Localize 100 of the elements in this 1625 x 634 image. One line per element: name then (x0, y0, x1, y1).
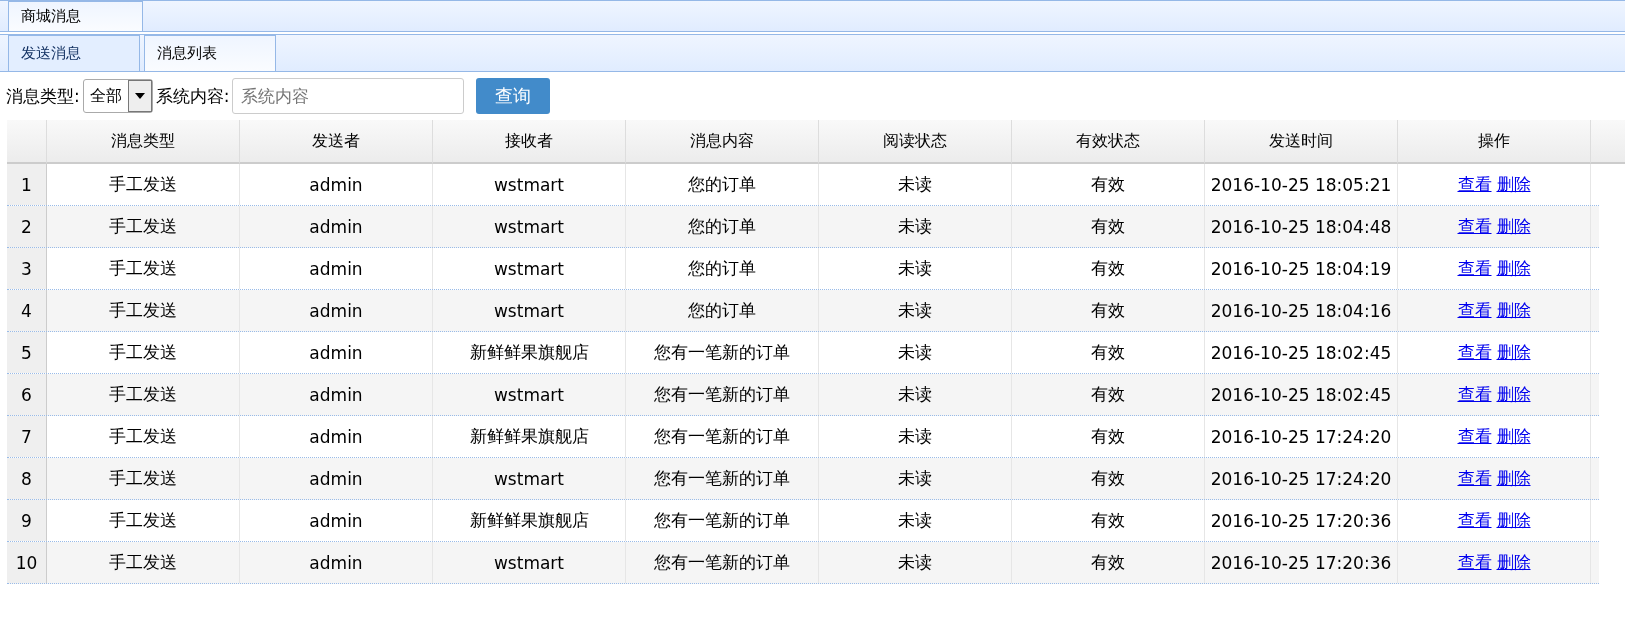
table-cell: 手工发送 (47, 332, 240, 373)
table-cell: 未读 (819, 206, 1012, 247)
table-cell: 您有一笔新的订单 (626, 374, 819, 415)
table-cell: 2016-10-25 17:20:36 (1205, 500, 1398, 541)
action-link[interactable]: 删除 (1496, 341, 1531, 364)
table-cell: 您有一笔新的订单 (626, 500, 819, 541)
table-cell: 有效 (1012, 542, 1205, 583)
table-cell: 2016-10-25 17:20:36 (1205, 542, 1398, 583)
action-link[interactable]: 删除 (1496, 425, 1531, 448)
table-cell: 您有一笔新的订单 (626, 458, 819, 499)
tab[interactable]: 发送消息 (8, 35, 140, 71)
table-cell: admin (240, 164, 433, 205)
table-cell: 新鲜鲜果旗舰店 (433, 500, 626, 541)
action-link[interactable]: 查看 (1457, 551, 1492, 574)
table-cell: 未读 (819, 164, 1012, 205)
action-link[interactable]: 查看 (1457, 425, 1492, 448)
table-cell: wstmart (433, 248, 626, 289)
content-input[interactable]: 系统内容 (232, 78, 465, 114)
table-cell: 未读 (819, 332, 1012, 373)
action-link[interactable]: 删除 (1496, 173, 1531, 196)
row-number: 8 (7, 458, 47, 499)
type-label: 消息类型: (6, 84, 80, 108)
row-number: 4 (7, 290, 47, 331)
action-link[interactable]: 删除 (1496, 509, 1531, 532)
table-cell: 未读 (819, 500, 1012, 541)
action-link[interactable]: 查看 (1457, 383, 1492, 406)
table-cell: 有效 (1012, 332, 1205, 373)
table-cell: admin (240, 206, 433, 247)
action-link[interactable]: 查看 (1457, 509, 1492, 532)
table-cell: admin (240, 500, 433, 541)
row-number: 10 (7, 542, 47, 583)
header-cell (7, 120, 47, 164)
table-cell: 有效 (1012, 248, 1205, 289)
column-header: 消息内容 (626, 120, 819, 164)
table-cell: 您有一笔新的订单 (626, 332, 819, 373)
action-link[interactable]: 删除 (1496, 257, 1531, 280)
column-header: 有效状态 (1012, 120, 1205, 164)
table-cell: 手工发送 (47, 164, 240, 205)
table-cell: 您有一笔新的订单 (626, 542, 819, 583)
table-cell: 您的订单 (626, 248, 819, 289)
table-cell: 有效 (1012, 290, 1205, 331)
table-cell: 手工发送 (47, 290, 240, 331)
table-cell: wstmart (433, 290, 626, 331)
table-cell: 有效 (1012, 458, 1205, 499)
action-link[interactable]: 删除 (1496, 299, 1531, 322)
action-link[interactable]: 查看 (1457, 299, 1492, 322)
table-cell: 手工发送 (47, 374, 240, 415)
table-cell: admin (240, 458, 433, 499)
table-cell: wstmart (433, 164, 626, 205)
table-cell: 2016-10-25 17:24:20 (1205, 416, 1398, 457)
row-number: 3 (7, 248, 47, 289)
table-cell: 2016-10-25 18:04:48 (1205, 206, 1398, 247)
table-cell: 新鲜鲜果旗舰店 (433, 332, 626, 373)
row-number: 5 (7, 332, 47, 373)
table-cell: 您的订单 (626, 164, 819, 205)
table-cell: 您的订单 (626, 206, 819, 247)
action-link[interactable]: 查看 (1457, 257, 1492, 280)
column-header: 接收者 (433, 120, 626, 164)
table-cell: wstmart (433, 542, 626, 583)
action-link[interactable]: 删除 (1496, 215, 1531, 238)
search-button[interactable]: 查询 (476, 78, 551, 114)
table-cell: 有效 (1012, 500, 1205, 541)
table-cell: 有效 (1012, 374, 1205, 415)
table-cell: wstmart (433, 374, 626, 415)
tab[interactable]: 消息列表 (144, 35, 276, 71)
table-cell: admin (240, 248, 433, 289)
table-cell: 未读 (819, 542, 1012, 583)
type-select[interactable]: 全部 (82, 79, 153, 113)
table-cell: 手工发送 (47, 500, 240, 541)
action-link[interactable]: 查看 (1457, 215, 1492, 238)
table-cell: 未读 (819, 458, 1012, 499)
table-cell: 2016-10-25 17:24:20 (1205, 458, 1398, 499)
table-cell: wstmart (433, 458, 626, 499)
table-cell: 您有一笔新的订单 (626, 416, 819, 457)
action-link[interactable]: 删除 (1496, 383, 1531, 406)
dropdown-arrow-icon (134, 93, 145, 99)
table-cell: 有效 (1012, 164, 1205, 205)
table-cell: 手工发送 (47, 248, 240, 289)
row-number: 9 (7, 500, 47, 541)
table-cell: 新鲜鲜果旗舰店 (433, 416, 626, 457)
table-cell: 未读 (819, 290, 1012, 331)
column-header: 阅读状态 (819, 120, 1012, 164)
row-number: 2 (7, 206, 47, 247)
table-cell: 手工发送 (47, 206, 240, 247)
column-header: 发送者 (240, 120, 433, 164)
tab[interactable]: 商城消息 (8, 1, 143, 31)
table-cell: admin (240, 290, 433, 331)
table-cell: 未读 (819, 374, 1012, 415)
table-cell: admin (240, 416, 433, 457)
row-number: 1 (7, 164, 47, 205)
table-cell: wstmart (433, 206, 626, 247)
action-link[interactable]: 查看 (1457, 467, 1492, 490)
action-link[interactable]: 查看 (1457, 341, 1492, 364)
table-cell: 有效 (1012, 206, 1205, 247)
action-link[interactable]: 删除 (1496, 467, 1531, 490)
action-link[interactable]: 删除 (1496, 551, 1531, 574)
table-cell: 有效 (1012, 416, 1205, 457)
action-link[interactable]: 查看 (1457, 173, 1492, 196)
table-cell: 2016-10-25 18:05:21 (1205, 164, 1398, 205)
table-cell: admin (240, 332, 433, 373)
